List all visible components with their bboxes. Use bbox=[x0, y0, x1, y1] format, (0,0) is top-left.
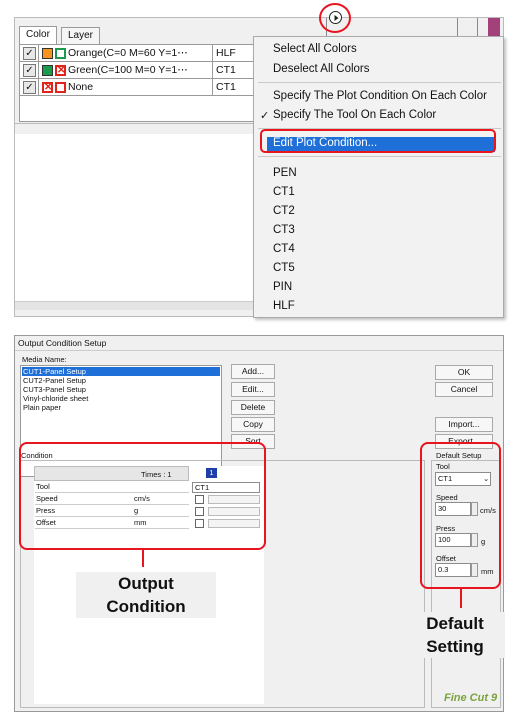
callout-line-1: Default bbox=[426, 614, 484, 633]
callout-line-2: Condition bbox=[106, 597, 186, 616]
edit-button[interactable]: Edit... bbox=[231, 382, 275, 397]
tab-color[interactable]: Color bbox=[19, 26, 57, 44]
color-tool[interactable]: HLF bbox=[212, 45, 239, 61]
callout-line-2: Setting bbox=[426, 637, 484, 656]
color-name: None bbox=[68, 81, 94, 93]
list-item[interactable]: CUT2-Panel Setup bbox=[23, 376, 86, 385]
list-item[interactable]: CUT1-Panel Setup bbox=[22, 367, 220, 376]
menu-item-tool-ct2[interactable]: CT2 bbox=[273, 205, 295, 217]
default-setting-callout: Default Setting bbox=[405, 612, 505, 658]
import-button[interactable]: Import... bbox=[435, 417, 493, 432]
copy-button[interactable]: Copy bbox=[231, 417, 275, 432]
cancel-button[interactable]: Cancel bbox=[435, 382, 493, 397]
output-condition-box bbox=[19, 442, 266, 550]
toolbar-divider bbox=[457, 18, 458, 36]
column-divider bbox=[38, 62, 39, 78]
menu-item-deselect-all[interactable]: Deselect All Colors bbox=[273, 63, 370, 75]
menu-item-tool-ct3[interactable]: CT3 bbox=[273, 224, 295, 236]
checkbox[interactable]: ✓ bbox=[23, 81, 36, 94]
column-divider bbox=[38, 45, 39, 61]
list-item[interactable]: ✓ ✕ None CT1 bbox=[20, 79, 268, 96]
menu-item-tool-each-color[interactable]: Specify The Tool On Each Color bbox=[273, 109, 436, 121]
fill-swatch-icon bbox=[42, 48, 53, 59]
menu-button[interactable] bbox=[329, 11, 342, 24]
context-menu: Select All Colors Deselect All Colors Sp… bbox=[253, 36, 504, 318]
menu-separator bbox=[258, 82, 501, 83]
toolbar-divider bbox=[477, 18, 478, 36]
menu-item-plot-condition[interactable]: Specify The Plot Condition On Each Color bbox=[273, 90, 487, 102]
fill-swatch-icon bbox=[42, 65, 53, 76]
ok-button[interactable]: OK bbox=[435, 365, 493, 380]
add-button[interactable]: Add... bbox=[231, 364, 275, 379]
no-stroke-icon: ✕ bbox=[55, 65, 66, 76]
fine-cut-logo: Fine Cut 9 bbox=[444, 692, 498, 704]
list-item[interactable]: Vinyl-chloride sheet bbox=[23, 394, 88, 403]
menu-item-tool-pen[interactable]: PEN bbox=[273, 167, 297, 179]
checkbox[interactable]: ✓ bbox=[23, 47, 36, 60]
panel-area bbox=[15, 134, 254, 302]
menu-separator bbox=[258, 156, 501, 157]
menu-item-tool-ct1[interactable]: CT1 bbox=[273, 186, 295, 198]
dialog-title: Output Condition Setup bbox=[18, 338, 107, 348]
color-tool[interactable]: CT1 bbox=[212, 62, 239, 78]
list-item[interactable]: ✓ Orange(C=0 M=60 Y=1⋯ HLF bbox=[20, 45, 268, 62]
default-setup-box bbox=[420, 442, 501, 589]
media-label: Media Name: bbox=[22, 355, 67, 364]
menu-item-tool-ct4[interactable]: CT4 bbox=[273, 243, 295, 255]
menu-item-select-all[interactable]: Select All Colors bbox=[273, 43, 357, 55]
color-name: Green(C=100 M=0 Y=1⋯ bbox=[68, 64, 188, 76]
tab-layer[interactable]: Layer bbox=[61, 27, 101, 44]
connector-line bbox=[460, 589, 462, 608]
list-item[interactable]: Plain paper bbox=[23, 403, 61, 412]
column-divider bbox=[38, 79, 39, 95]
title-divider bbox=[15, 350, 503, 351]
color-tool[interactable]: CT1 bbox=[212, 79, 239, 95]
callout-line-1: Output bbox=[118, 574, 174, 593]
list-item[interactable]: CUT3-Panel Setup bbox=[23, 385, 86, 394]
list-item[interactable]: ✓ ✕ Green(C=100 M=0 Y=1⋯ CT1 bbox=[20, 62, 268, 79]
menu-item-tool-pin[interactable]: PIN bbox=[273, 281, 292, 293]
color-name: Orange(C=0 M=60 Y=1⋯ bbox=[68, 47, 188, 59]
highlight-box bbox=[260, 129, 496, 153]
checkbox[interactable]: ✓ bbox=[23, 64, 36, 77]
check-icon: ✓ bbox=[260, 110, 270, 122]
stroke-swatch-icon bbox=[55, 82, 66, 93]
no-fill-icon: ✕ bbox=[42, 82, 53, 93]
delete-button[interactable]: Delete bbox=[231, 400, 275, 415]
connector-line bbox=[142, 550, 144, 567]
color-list: ✓ Orange(C=0 M=60 Y=1⋯ HLF ✓ ✕ Green(C=1… bbox=[19, 44, 268, 122]
stroke-swatch-icon bbox=[55, 48, 66, 59]
color-preview bbox=[488, 18, 500, 36]
scrollbar[interactable] bbox=[15, 301, 254, 310]
output-condition-callout: Output Condition bbox=[76, 572, 216, 618]
menu-item-tool-hlf[interactable]: HLF bbox=[273, 300, 295, 312]
menu-item-tool-ct5[interactable]: CT5 bbox=[273, 262, 295, 274]
play-icon bbox=[334, 14, 338, 21]
